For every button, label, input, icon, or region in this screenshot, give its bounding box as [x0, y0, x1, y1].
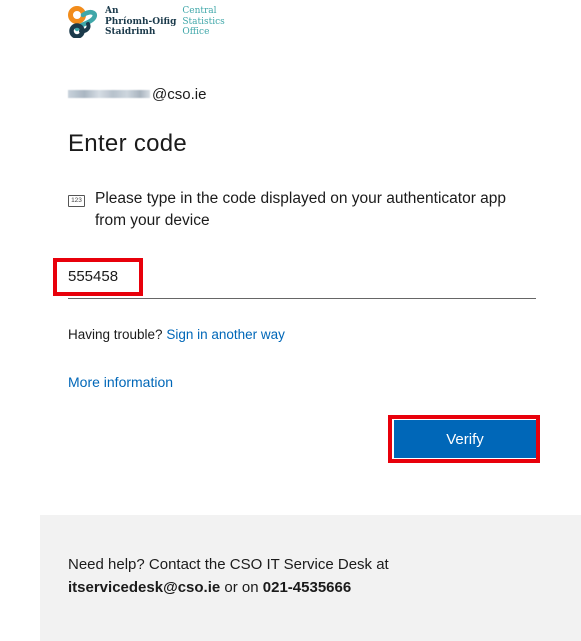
cso-logo: An Phríomh-Oifig Staidrimh Central Stati…: [68, 6, 225, 42]
redacted-username: [68, 90, 150, 98]
having-trouble: Having trouble? Sign in another way: [68, 327, 285, 342]
instruction: 123 Please type in the code displayed on…: [68, 188, 528, 232]
help-line-1: Need help? Contact the CSO IT Service De…: [68, 556, 389, 573]
service-desk-email: itservicedesk@cso.ie: [68, 579, 221, 596]
email-suffix: @cso.ie: [152, 85, 207, 103]
trouble-prefix: Having trouble?: [68, 327, 167, 342]
instruction-text: Please type in the code displayed on you…: [95, 190, 507, 229]
page-title: Enter code: [68, 130, 188, 157]
more-information-link[interactable]: More information: [68, 374, 173, 390]
code-input[interactable]: [68, 260, 528, 294]
cso-logo-icon: [68, 6, 97, 38]
numeric-code-icon: 123: [68, 195, 85, 207]
help-text: Need help? Contact the CSO IT Service De…: [68, 553, 389, 599]
logo-english-name: Central Statistics Office: [182, 6, 225, 37]
code-field-container: [68, 260, 536, 299]
help-or-text: or on: [220, 579, 263, 596]
help-footer: Need help? Contact the CSO IT Service De…: [40, 515, 581, 641]
verify-button[interactable]: Verify: [394, 420, 536, 458]
sign-in-another-way-link[interactable]: Sign in another way: [166, 327, 285, 342]
account-identity: @cso.ie: [68, 84, 206, 104]
service-desk-phone: 021-4535666: [262, 579, 352, 596]
logo-irish-name: An Phríomh-Oifig Staidrimh: [105, 6, 177, 37]
